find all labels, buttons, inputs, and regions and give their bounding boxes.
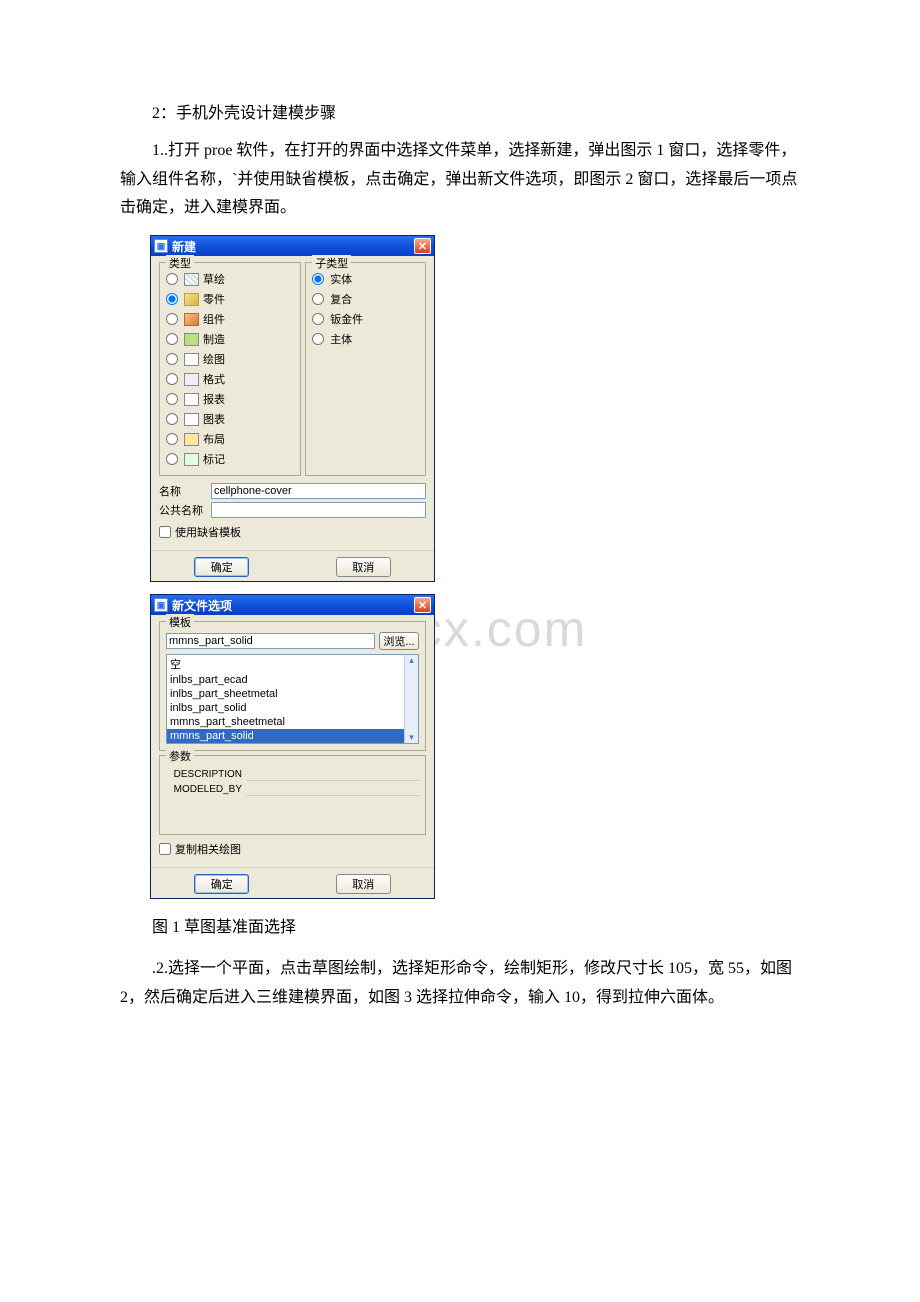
param-description-label: DESCRIPTION xyxy=(166,769,246,780)
dialog-new-file-options: ▣ 新文件选项 ✕ 模板 浏览... ▴ ▾ 空 inlbs_part_ecad… xyxy=(150,594,435,899)
scroll-down-icon[interactable]: ▾ xyxy=(409,732,414,743)
window-icon: ▣ xyxy=(154,598,168,612)
radio-sheetmetal[interactable] xyxy=(312,313,324,325)
subtype-solid-label: 实体 xyxy=(330,271,352,287)
common-name-input[interactable] xyxy=(211,502,426,518)
param-modeledby-label: MODELED_BY xyxy=(166,784,246,795)
radio-sketch[interactable] xyxy=(166,273,178,285)
radio-dgm[interactable] xyxy=(166,413,178,425)
section-heading: 2：手机外壳设计建模步骤 xyxy=(120,100,800,129)
copy-drawing-label: 复制相关绘图 xyxy=(175,841,241,857)
part-icon xyxy=(184,293,199,306)
type-dgm-label: 图表 xyxy=(203,411,225,427)
assembly-icon xyxy=(184,313,199,326)
radio-solid[interactable] xyxy=(312,273,324,285)
type-asm-label: 组件 xyxy=(203,311,225,327)
window-icon: ▣ xyxy=(154,239,168,253)
type-mrk-label: 标记 xyxy=(203,451,225,467)
radio-mrk[interactable] xyxy=(166,453,178,465)
group-params-legend: 参数 xyxy=(166,748,194,764)
type-drw-label: 绘图 xyxy=(203,351,225,367)
param-modeledby-value[interactable] xyxy=(246,782,419,796)
format-icon xyxy=(184,373,199,386)
markup-icon xyxy=(184,453,199,466)
list-item[interactable]: mmns_part_sheetmetal xyxy=(167,715,418,729)
close-icon[interactable]: ✕ xyxy=(414,597,431,613)
dialog2-title: 新文件选项 xyxy=(172,597,232,614)
paragraph-1: 1..打开 proe 软件，在打开的界面中选择文件菜单，选择新建，弹出图示 1 … xyxy=(120,137,800,223)
report-icon xyxy=(184,393,199,406)
list-item[interactable]: 空 xyxy=(167,655,418,673)
type-fmt-label: 格式 xyxy=(203,371,225,387)
radio-body[interactable] xyxy=(312,333,324,345)
list-item[interactable]: inlbs_part_sheetmetal xyxy=(167,687,418,701)
list-item-selected[interactable]: mmns_part_solid xyxy=(167,729,418,743)
cancel-button[interactable]: 取消 xyxy=(336,557,391,577)
titlebar-new: ▣ 新建 ✕ xyxy=(151,236,434,256)
layout-icon xyxy=(184,433,199,446)
drawing-icon xyxy=(184,353,199,366)
ok-button-2[interactable]: 确定 xyxy=(194,874,249,894)
subtype-body-label: 主体 xyxy=(330,331,352,347)
ok-button[interactable]: 确定 xyxy=(194,557,249,577)
radio-mfg[interactable] xyxy=(166,333,178,345)
group-type-legend: 类型 xyxy=(166,255,194,271)
list-item[interactable]: inlbs_part_solid xyxy=(167,701,418,715)
radio-lay[interactable] xyxy=(166,433,178,445)
type-lay-label: 布局 xyxy=(203,431,225,447)
diagram-icon xyxy=(184,413,199,426)
radio-asm[interactable] xyxy=(166,313,178,325)
sketch-icon xyxy=(184,273,199,286)
common-name-label: 公共名称 xyxy=(159,502,211,518)
radio-drw[interactable] xyxy=(166,353,178,365)
copy-drawing-checkbox[interactable] xyxy=(159,843,171,855)
figure-caption-1: 图 1 草图基准面选择 xyxy=(120,913,800,937)
type-rpt-label: 报表 xyxy=(203,391,225,407)
cancel-button-2[interactable]: 取消 xyxy=(336,874,391,894)
list-item[interactable]: inlbs_part_ecad xyxy=(167,673,418,687)
radio-composite[interactable] xyxy=(312,293,324,305)
name-input[interactable] xyxy=(211,483,426,499)
close-icon[interactable]: ✕ xyxy=(414,238,431,254)
dialog-new: ▣ 新建 ✕ 类型 草绘 零件 组件 制造 绘图 格式 报表 图表 布局 标记 … xyxy=(150,235,435,582)
name-label: 名称 xyxy=(159,483,211,499)
template-input[interactable] xyxy=(166,633,375,649)
subtype-composite-label: 复合 xyxy=(330,291,352,307)
titlebar-options: ▣ 新文件选项 ✕ xyxy=(151,595,434,615)
paragraph-2: .2.选择一个平面，点击草图绘制，选择矩形命令，绘制矩形，修改尺寸长 105，宽… xyxy=(120,955,800,1013)
scroll-up-icon[interactable]: ▴ xyxy=(409,655,414,666)
radio-fmt[interactable] xyxy=(166,373,178,385)
use-default-template-label: 使用缺省模板 xyxy=(175,524,241,540)
use-default-template-checkbox[interactable] xyxy=(159,526,171,538)
type-sketch-label: 草绘 xyxy=(203,271,225,287)
radio-rpt[interactable] xyxy=(166,393,178,405)
group-subtype-legend: 子类型 xyxy=(312,255,351,271)
type-part-label: 零件 xyxy=(203,291,225,307)
type-mfg-label: 制造 xyxy=(203,331,225,347)
subtype-sheetmetal-label: 钣金件 xyxy=(330,311,363,327)
radio-part[interactable] xyxy=(166,293,178,305)
dialog-title: 新建 xyxy=(172,238,196,255)
group-template-legend: 模板 xyxy=(166,614,194,630)
template-listbox[interactable]: ▴ ▾ 空 inlbs_part_ecad inlbs_part_sheetme… xyxy=(166,654,419,744)
browse-button[interactable]: 浏览... xyxy=(379,632,419,650)
param-description-value[interactable] xyxy=(246,767,419,781)
manufacture-icon xyxy=(184,333,199,346)
